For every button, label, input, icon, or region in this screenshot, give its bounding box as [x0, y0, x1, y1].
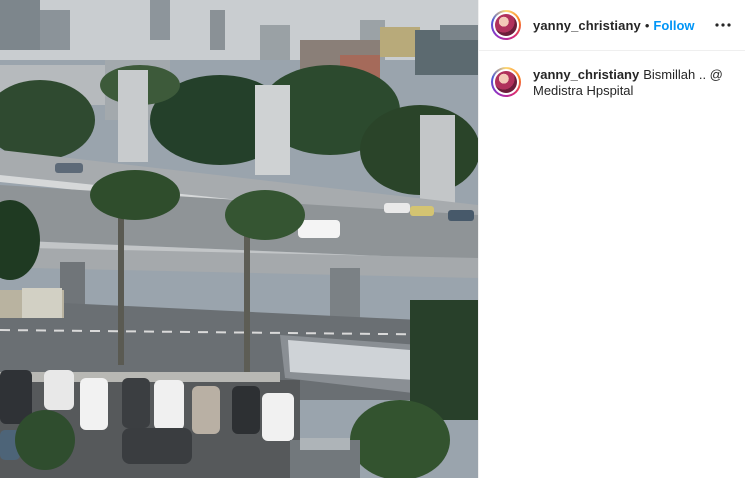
post-photo [0, 0, 478, 478]
instagram-post: yanny_christiany • Follow yanny_christia… [0, 0, 745, 478]
post-media[interactable] [0, 0, 478, 478]
caption-username[interactable]: yanny_christiany [533, 67, 639, 82]
separator-dot: • [644, 17, 650, 33]
post-sidebar: yanny_christiany • Follow yanny_christia… [478, 0, 745, 478]
post-header: yanny_christiany • Follow [479, 0, 745, 51]
more-options-icon[interactable] [711, 13, 735, 37]
follow-button[interactable]: Follow [653, 18, 694, 33]
username-link[interactable]: yanny_christiany [533, 18, 641, 33]
caption-avatar[interactable] [491, 67, 521, 97]
caption-text-block: yanny_christiany Bismillah .. @ Medistra … [533, 67, 723, 99]
caption: yanny_christiany Bismillah .. @ Medistra … [479, 51, 745, 99]
avatar[interactable] [491, 10, 521, 40]
